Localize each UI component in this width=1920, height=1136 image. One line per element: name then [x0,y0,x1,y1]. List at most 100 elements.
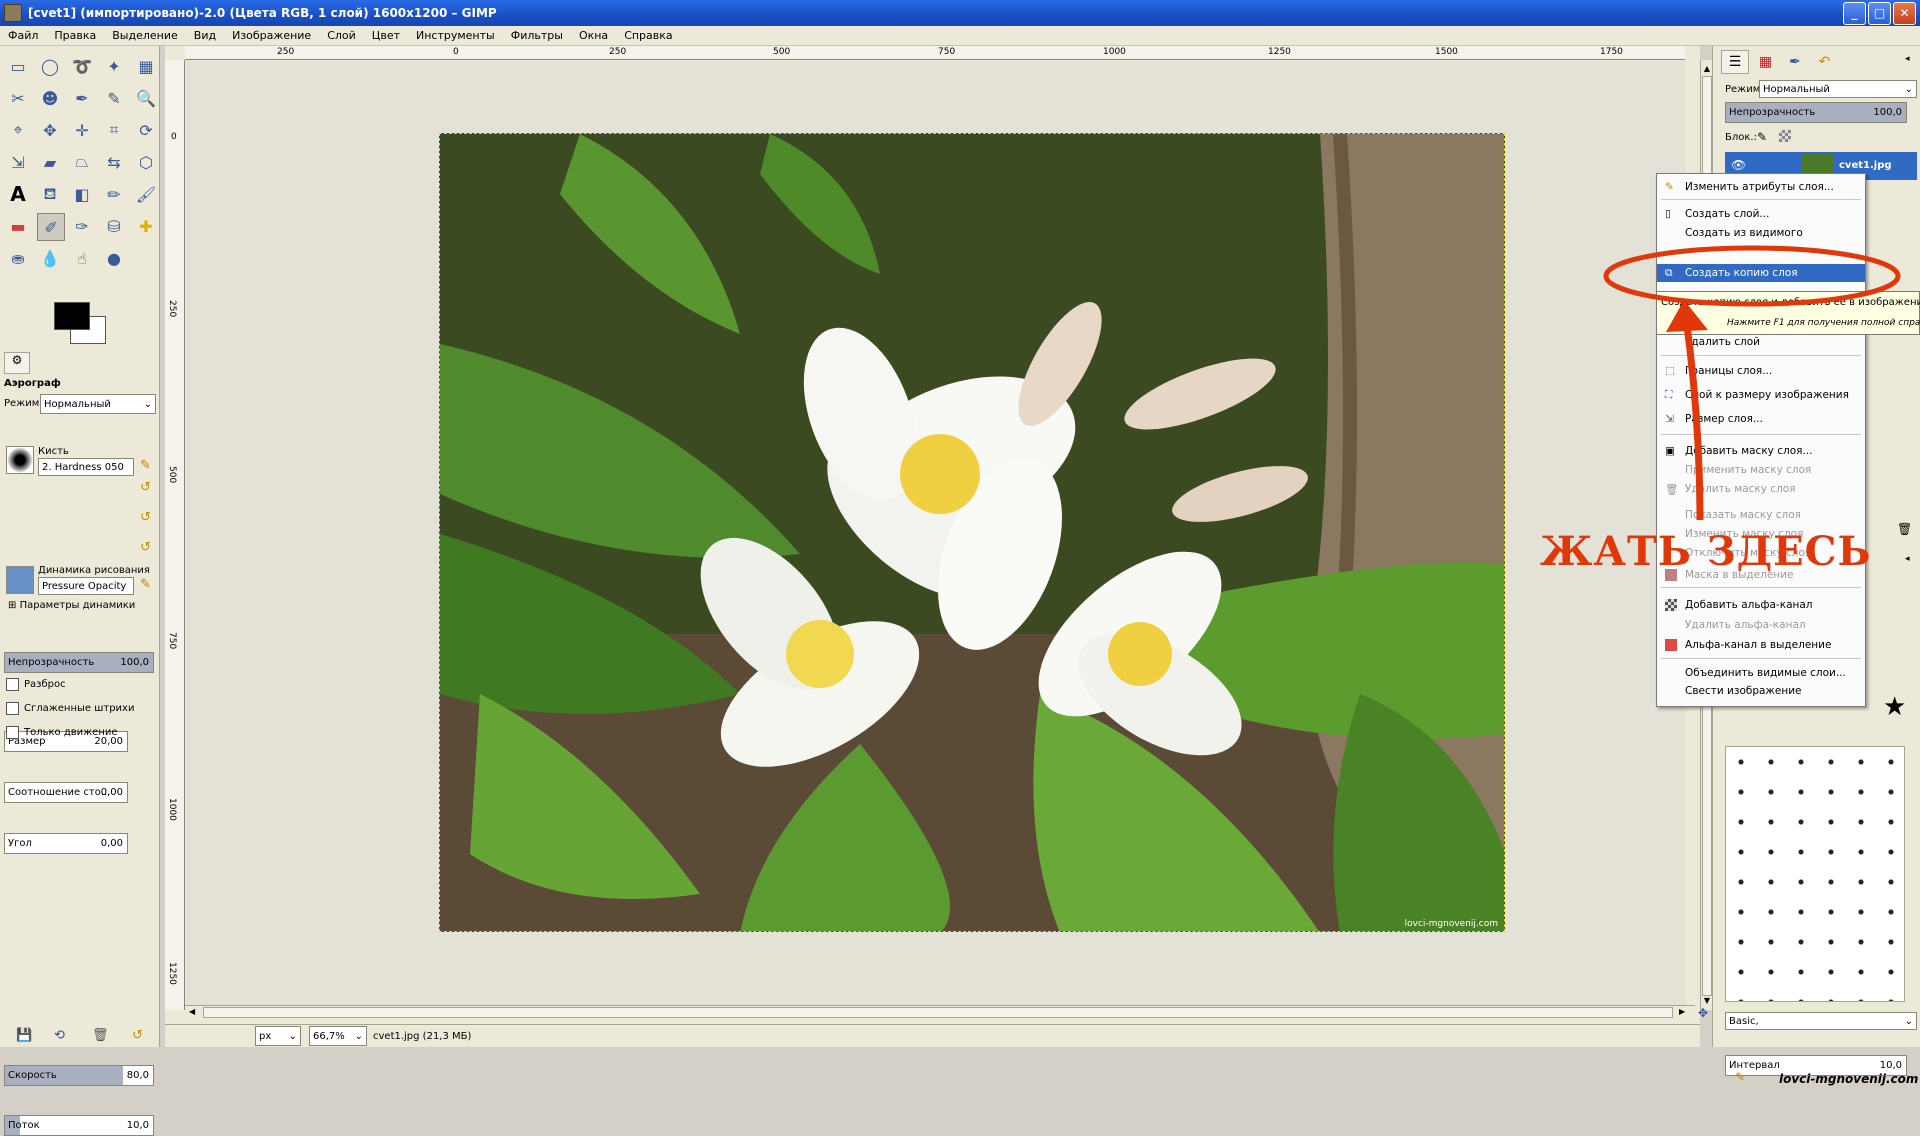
maximize-button[interactable]: □ [1868,1,1891,25]
motion-only-checkbox[interactable]: Только движение [0,722,118,742]
menu-file[interactable]: Файл [0,29,46,42]
paths-tab-icon[interactable]: ✒ [1782,51,1808,73]
reset-options-icon[interactable]: ↺ [132,1028,143,1043]
zoom-icon[interactable]: 🔍 [133,85,159,111]
cage-icon[interactable]: ⬡ [133,149,159,175]
menu-item-flatten[interactable]: Свести изображение [1657,682,1865,700]
dynamics-params-expander[interactable]: ⊞ Параметры динамики [8,600,135,611]
menu-item-alpha-to-selection[interactable]: Альфа-канал в выделение [1657,636,1865,654]
paintbrush-icon[interactable]: 🖌 [133,181,159,207]
menu-item-show-mask[interactable]: Показать маску слоя [1657,506,1865,524]
fuzzy-select-icon[interactable]: ✦ [101,53,127,79]
align-icon[interactable]: ✛ [69,117,95,143]
airbrush-icon[interactable]: ✐ [37,213,65,241]
angle-slider[interactable]: Угол 0,00 [4,833,128,854]
foreground-color-swatch-top[interactable] [54,302,90,330]
heal-icon[interactable]: ✚ [133,213,159,239]
menu-item-layer-to-image-size[interactable]: ⛶ Слой к размеру изображения [1657,386,1865,404]
rect-select-icon[interactable]: ▭ [5,53,31,79]
menu-item-merge-visible[interactable]: Объединить видимые слои... [1657,664,1865,682]
flow-slider[interactable]: Поток 10,0 [4,1115,154,1136]
layer-opacity-slider[interactable]: Непрозрачность 100,0 [1725,102,1907,123]
brush-star-icon[interactable]: ★ [1883,692,1906,722]
edit-dynamics-icon[interactable]: ✎ [140,577,151,592]
smooth-checkbox[interactable]: Сглаженные штрихи [0,698,134,718]
menu-item-remove-alpha[interactable]: Удалить альфа-канал [1657,616,1865,634]
perspective-clone-icon[interactable]: ⛂ [5,245,31,271]
edit-brush-icon[interactable]: ✎ [140,458,151,473]
crop-icon[interactable]: ⌗ [101,117,127,143]
undo-tab-icon[interactable]: ↶ [1812,51,1838,73]
reset-aspect-icon[interactable]: ↺ [140,510,151,525]
brushes-grid[interactable] [1725,746,1905,1002]
reset-size-icon[interactable]: ↺ [140,480,151,495]
tool-options-tab[interactable]: ⚙ [4,352,30,374]
scale-icon[interactable]: ⇲ [5,149,31,175]
menu-edit[interactable]: Правка [46,29,104,42]
scatter-checkbox[interactable]: Разброс [0,674,66,694]
menu-item-delete-layer[interactable]: Удалить слой [1657,333,1865,351]
reset-angle-icon[interactable]: ↺ [140,540,151,555]
smudge-icon[interactable]: ☝ [69,245,95,271]
perspective-icon[interactable]: ⏢ [69,149,95,175]
navigate-icon[interactable]: ✥ [1698,1006,1712,1020]
brushes-tab-icon[interactable]: ◂ [1905,554,1910,564]
dock-menu-icon[interactable]: ◂ [1905,54,1910,64]
dodge-burn-icon[interactable]: ● [101,245,127,271]
shear-icon[interactable]: ▰ [37,149,63,175]
layers-tab-icon[interactable]: ☰ [1721,50,1749,74]
opacity-slider[interactable]: Непрозрачность 100,0 [4,652,154,673]
menu-item-edit-attributes[interactable]: ✎ Изменить атрибуты слоя... [1657,178,1865,196]
menu-windows[interactable]: Окна [571,29,616,42]
color-picker-icon[interactable]: ✎ [101,85,127,111]
menu-image[interactable]: Изображение [224,29,319,42]
paths-icon[interactable]: ✒ [69,85,95,111]
move-icon[interactable]: ✥ [37,117,63,143]
flip-icon[interactable]: ⇆ [101,149,127,175]
menu-filters[interactable]: Фильтры [503,29,571,42]
edit-brush-dock-icon[interactable]: ✎ [1735,1070,1745,1084]
ruler-horizontal[interactable]: 250 0 250 500 750 1000 1250 1500 1750 [185,46,1685,60]
brush-preview[interactable] [6,446,34,474]
close-button[interactable]: ✕ [1893,1,1916,25]
scroll-thumb-horizontal[interactable] [203,1007,1673,1018]
image-canvas[interactable]: lovci-mgnovenij.com [439,133,1505,932]
menu-item-scale-layer[interactable]: ⇲ Размер слоя... [1657,410,1865,428]
layer-mode-select[interactable]: Нормальный ⌄ [1759,80,1917,98]
menu-item-duplicate-layer[interactable]: ⧉ Создать копию слоя [1657,264,1865,282]
brush-name-field[interactable]: 2. Hardness 050 [38,458,134,476]
menu-view[interactable]: Вид [186,29,224,42]
mode-select[interactable]: Нормальный ⌄ [40,394,156,414]
bucket-fill-icon[interactable]: ⛾ [37,181,63,207]
ruler-vertical[interactable]: 0 250 500 750 1000 1250 [165,60,185,1010]
eraser-icon[interactable]: ▬ [5,213,31,239]
menu-colors[interactable]: Цвет [364,29,408,42]
lock-alpha-icon[interactable] [1779,130,1791,142]
layer-delete-icon[interactable]: 🗑 [1897,522,1912,536]
brush-preset-select[interactable]: Basic, ⌄ [1725,1012,1917,1030]
zoom-select[interactable]: 66,7% ⌄ [309,1026,367,1046]
scissors-icon[interactable]: ✂ [5,85,31,111]
dynamics-preview[interactable] [6,566,34,594]
restore-options-icon[interactable]: ⟲ [54,1028,65,1043]
rotate-icon[interactable]: ⟳ [133,117,159,143]
menu-item-apply-mask[interactable]: Применить маску слоя [1657,461,1865,479]
free-select-icon[interactable]: ➰ [69,53,95,79]
scroll-right-icon[interactable]: ▶ [1679,1007,1685,1016]
lock-pixels-icon[interactable]: ✎ [1757,130,1767,144]
ellipse-select-icon[interactable]: ◯ [37,53,63,79]
blend-icon[interactable]: ◧ [69,181,95,207]
measure-icon[interactable]: ⌖ [5,117,31,143]
aspect-slider[interactable]: Соотношение сто... 0,00 [4,782,128,803]
menu-item-new-from-visible[interactable]: Создать из видимого [1657,224,1865,242]
channels-tab-icon[interactable]: ▦ [1753,51,1779,73]
minimize-button[interactable]: _ [1843,1,1866,25]
save-options-icon[interactable]: 💾 [16,1028,32,1043]
menu-item-add-layer-mask[interactable]: ▣ Добавить маску слоя... [1657,442,1865,460]
menu-item-add-alpha[interactable]: Добавить альфа-канал [1657,596,1865,614]
menu-item-delete-mask[interactable]: 🗑 Удалить маску слоя [1657,480,1865,498]
foreground-select-icon[interactable]: ☻ [37,85,63,111]
menu-select[interactable]: Выделение [104,29,186,42]
dynamics-field[interactable]: Pressure Opacity [38,577,134,595]
unit-select[interactable]: px ⌄ [255,1026,301,1046]
